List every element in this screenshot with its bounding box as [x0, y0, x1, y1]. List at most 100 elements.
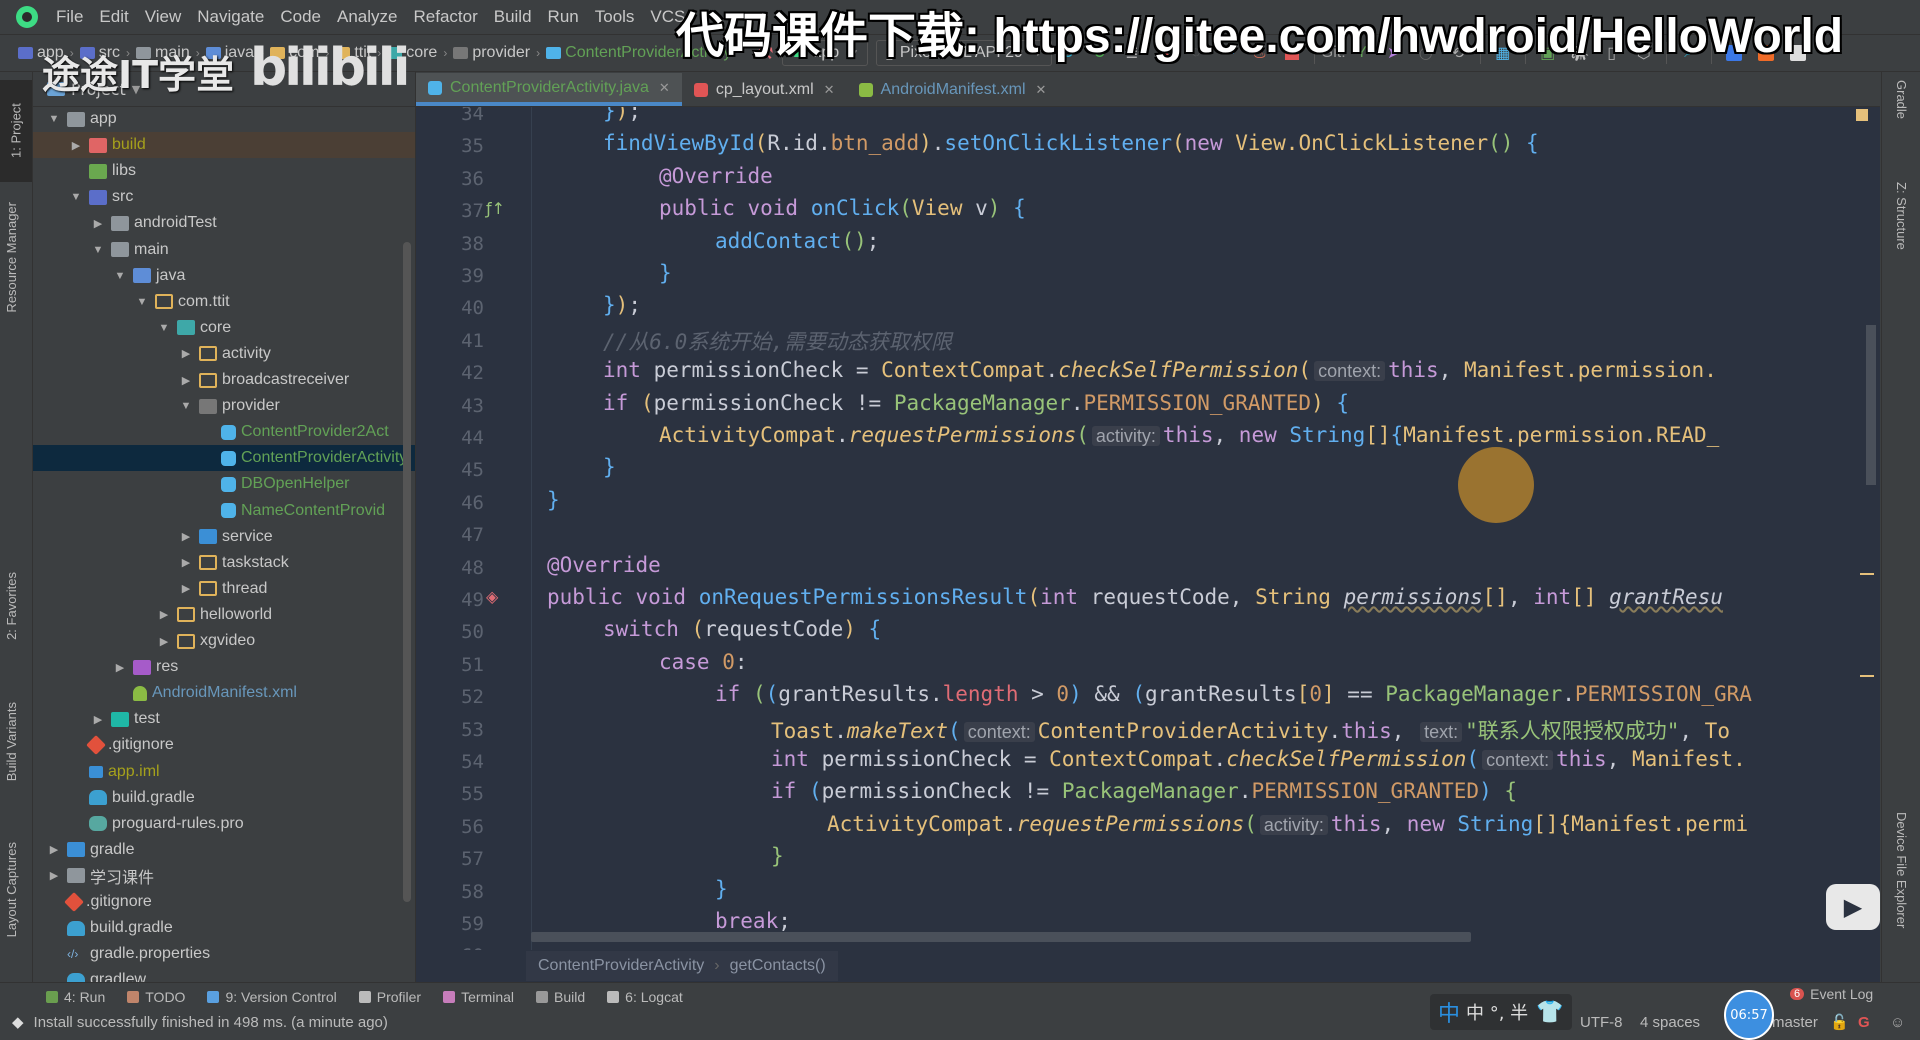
expand-arrow-right-icon[interactable]: ▶	[179, 530, 193, 543]
tree-item[interactable]: ▼ core	[33, 315, 415, 341]
menu-file[interactable]: File	[48, 7, 91, 27]
lock-icon[interactable]: 🔓	[1830, 1013, 1849, 1031]
analysis-status-icon[interactable]	[1856, 109, 1868, 121]
tool-tab-device-file-explorer[interactable]: Device File Explorer	[1894, 812, 1909, 928]
menu-code[interactable]: Code	[272, 7, 329, 27]
tool-window-todo[interactable]: TODO	[127, 989, 185, 1005]
horizontal-scrollbar[interactable]	[531, 932, 1471, 942]
expand-arrow-right-icon[interactable]: ▶	[47, 869, 61, 882]
tree-scrollbar[interactable]	[403, 242, 411, 902]
tree-item[interactable]: ‹/› gradle.properties	[33, 941, 415, 967]
editor-tab[interactable]: ContentProviderActivity.java ✕	[416, 73, 682, 106]
menu-view[interactable]: View	[137, 7, 190, 27]
menu-edit[interactable]: Edit	[91, 7, 136, 27]
tree-item[interactable]: ▶ res	[33, 654, 415, 680]
ime-indicator[interactable]: 中 中 °, 半 👕	[1430, 994, 1572, 1030]
override-marker-icon[interactable]: ◈	[486, 587, 498, 606]
code-editor[interactable]: 34 35 36 37 38 39 40 41 42 43 44 45 46 47 48 49 50 51 52 53…	[416, 107, 1880, 950]
expand-arrow-right-icon[interactable]: ▶	[157, 635, 171, 648]
tool-tab-project[interactable]: 1: Project	[0, 80, 32, 182]
tool-tab-favorites[interactable]: 2: Favorites	[4, 572, 19, 640]
tool-window-vcs[interactable]: 9: Version Control	[207, 989, 337, 1005]
tree-item[interactable]: build.gradle	[33, 915, 415, 941]
expand-arrow-down-icon[interactable]: ▼	[69, 191, 83, 203]
expand-arrow-right-icon[interactable]: ▶	[47, 843, 61, 856]
tree-item[interactable]: proguard-rules.pro	[33, 811, 415, 837]
menu-build[interactable]: Build	[486, 7, 540, 27]
tree-item[interactable]: ▶ gradle	[33, 837, 415, 863]
expand-arrow-down-icon[interactable]: ▼	[157, 322, 171, 334]
tree-item[interactable]: libs	[33, 158, 415, 184]
tree-item[interactable]: ▶ 学习课件	[33, 863, 415, 889]
tree-item[interactable]: ▶ androidTest	[33, 210, 415, 236]
tool-tab-build-variants[interactable]: Build Variants	[4, 702, 19, 781]
tool-window-logcat[interactable]: 6: Logcat	[607, 989, 683, 1005]
vertical-scrollbar[interactable]	[1866, 325, 1876, 485]
tool-tab-layout-captures[interactable]: Layout Captures	[4, 842, 19, 937]
git-branch-indicator[interactable]: master	[1772, 1014, 1818, 1031]
event-log[interactable]: 6 Event Log	[1790, 986, 1873, 1002]
menu-analyze[interactable]: Analyze	[329, 7, 405, 27]
override-marker-icon[interactable]: ƒ↑	[486, 199, 505, 218]
tree-item[interactable]: gradlew	[33, 967, 415, 982]
tree-item[interactable]: ▼ app	[33, 106, 415, 132]
tree-item[interactable]: ▼ src	[33, 184, 415, 210]
expand-arrow-right-icon[interactable]: ▶	[91, 713, 105, 726]
close-tab-icon[interactable]: ✕	[659, 80, 670, 96]
tool-window-profiler[interactable]: Profiler	[358, 989, 421, 1005]
tree-item[interactable]: build.gradle	[33, 785, 415, 811]
google-icon[interactable]: G	[1858, 1014, 1870, 1031]
expand-arrow-right-icon[interactable]: ▶	[157, 608, 171, 621]
tree-item[interactable]: ▼ java	[33, 263, 415, 289]
inspector-icon[interactable]: ☺	[1890, 1014, 1905, 1031]
tree-item[interactable]: ContentProvider2Act	[33, 419, 415, 445]
tree-item[interactable]: DBOpenHelper	[33, 471, 415, 497]
tree-item[interactable]: ContentProviderActivity	[33, 445, 415, 472]
tree-item[interactable]: ▶ activity	[33, 341, 415, 367]
error-stripe-mark[interactable]	[1860, 573, 1874, 575]
tree-item[interactable]: ▼ provider	[33, 393, 415, 419]
tree-item[interactable]: ▶ build	[33, 132, 415, 159]
tree-item[interactable]: .gitignore	[33, 732, 415, 758]
breadcrumb-method[interactable]: getContacts()	[730, 957, 826, 975]
tree-item[interactable]: ▶ broadcastreceiver	[33, 367, 415, 393]
breadcrumb-item[interactable]: provider ›	[453, 44, 540, 62]
error-stripe-mark[interactable]	[1860, 675, 1874, 677]
tree-item[interactable]: app.iml	[33, 759, 415, 785]
tool-window-build[interactable]: Build	[536, 989, 585, 1005]
expand-arrow-down-icon[interactable]: ▼	[135, 296, 149, 308]
tool-tab-gradle[interactable]: Gradle	[1894, 80, 1909, 119]
expand-arrow-right-icon[interactable]: ▶	[179, 374, 193, 387]
expand-arrow-right-icon[interactable]: ▶	[69, 139, 83, 152]
close-tab-icon[interactable]: ✕	[1036, 82, 1047, 98]
tree-item[interactable]: AndroidManifest.xml	[33, 680, 415, 706]
editor-tab[interactable]: cp_layout.xml ✕	[682, 73, 847, 106]
menu-tools[interactable]: Tools	[587, 7, 643, 27]
expand-arrow-right-icon[interactable]: ▶	[113, 661, 127, 674]
expand-arrow-down-icon[interactable]: ▼	[113, 270, 127, 282]
menu-refactor[interactable]: Refactor	[405, 7, 485, 27]
expand-arrow-right-icon[interactable]: ▶	[179, 556, 193, 569]
tree-item[interactable]: ▶ service	[33, 524, 415, 550]
tree-item[interactable]: ▶ taskstack	[33, 550, 415, 576]
tool-window-run[interactable]: 4: Run	[46, 989, 105, 1005]
status-message[interactable]: Install successfully finished in 498 ms.…	[34, 1014, 388, 1031]
editor-tab[interactable]: AndroidManifest.xml ✕	[847, 73, 1059, 106]
tree-item[interactable]: ▼ com.ttit	[33, 289, 415, 315]
tree-item[interactable]: ▶ helloworld	[33, 602, 415, 628]
tree-item[interactable]: ▼ main	[33, 237, 415, 263]
tree-item[interactable]: ▶ thread	[33, 576, 415, 602]
tree-item[interactable]: ▶ xgvideo	[33, 628, 415, 654]
expand-arrow-down-icon[interactable]: ▼	[47, 113, 61, 125]
tree-item[interactable]: ▶ test	[33, 706, 415, 732]
indent-indicator[interactable]: 4 spaces	[1640, 1014, 1700, 1031]
expand-arrow-down-icon[interactable]: ▼	[179, 400, 193, 412]
expand-arrow-right-icon[interactable]: ▶	[179, 347, 193, 360]
menu-navigate[interactable]: Navigate	[189, 7, 272, 27]
expand-arrow-right-icon[interactable]: ▶	[91, 217, 105, 230]
close-tab-icon[interactable]: ✕	[824, 82, 835, 98]
tree-item[interactable]: .gitignore	[33, 889, 415, 915]
tree-item[interactable]: NameContentProvid	[33, 498, 415, 524]
tool-window-terminal[interactable]: Terminal	[443, 989, 514, 1005]
encoding-indicator[interactable]: UTF-8	[1580, 1014, 1623, 1031]
